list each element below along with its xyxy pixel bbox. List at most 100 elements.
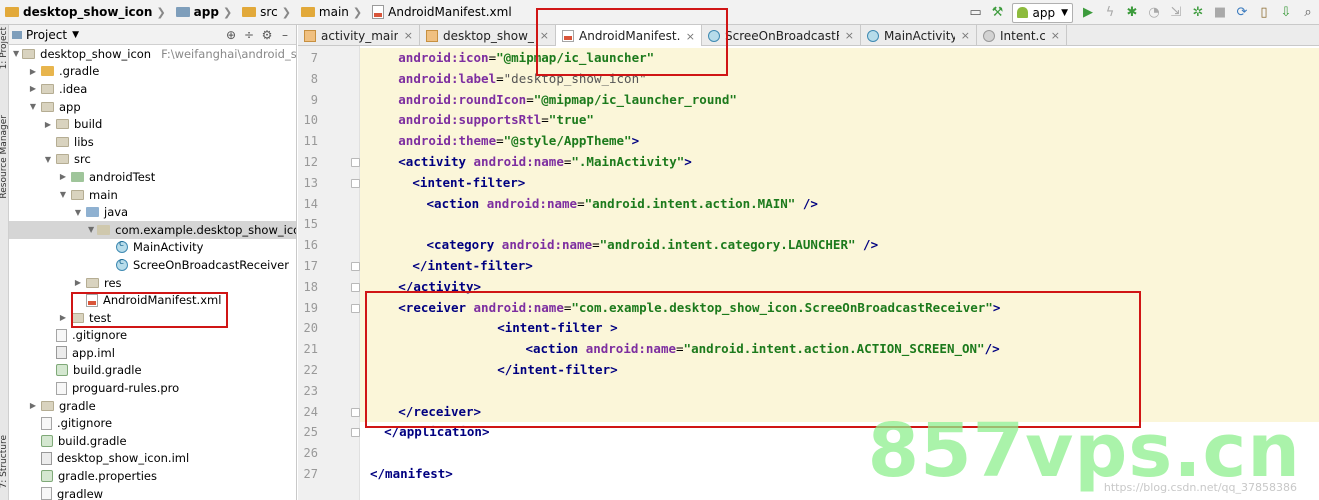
file-icon	[56, 381, 67, 395]
window-icon[interactable]: ▭	[964, 2, 986, 24]
line-number: 11	[303, 134, 318, 149]
code-token-val: "com.example.desktop_show_icon.ScreeOnBr…	[571, 299, 993, 315]
chevron-down-icon[interactable]: ▼	[43, 155, 53, 164]
xml-file-icon	[562, 30, 574, 42]
project-view-select[interactable]: Project ▼	[12, 28, 79, 42]
fold-marker-icon[interactable]	[351, 407, 360, 417]
chevron-down-icon[interactable]: ▼	[73, 208, 83, 217]
tree-row[interactable]: ▼ main	[9, 186, 296, 204]
close-icon[interactable]: ×	[845, 29, 854, 42]
tree-row[interactable]: AndroidManifest.xml	[9, 291, 296, 309]
resource-manager-tab[interactable]: Resource Manager	[0, 115, 9, 199]
apply-changes-icon[interactable]: ϟ	[1099, 2, 1121, 24]
hide-icon[interactable]: –	[276, 28, 294, 42]
line-number: 20	[303, 321, 318, 336]
search-icon[interactable]: ⌕	[1297, 2, 1319, 24]
avd-manager-icon[interactable]: ▯	[1253, 2, 1275, 24]
code-token-tag: >	[631, 133, 640, 149]
chevron-down-icon[interactable]: ▼	[28, 102, 38, 111]
tree-row[interactable]: ▼ src	[9, 151, 296, 169]
tree-row[interactable]: ▶ androidTest	[9, 168, 296, 186]
fold-marker-icon[interactable]	[351, 282, 360, 292]
hammer-icon[interactable]: ⚒	[986, 2, 1008, 24]
tree-label: .gradle	[59, 64, 100, 79]
tree-row[interactable]: ▶ res	[9, 274, 296, 292]
chevron-right-icon[interactable]: ▶	[28, 67, 38, 76]
collapse-all-icon[interactable]: ÷	[240, 28, 258, 42]
tree-row[interactable]: app.iml	[9, 344, 296, 362]
tree-row[interactable]: ▼ desktop_show_icon F:\weifanghai\android_…	[9, 45, 296, 63]
locate-icon[interactable]: ⊕	[222, 28, 240, 42]
tree-row[interactable]: .gitignore	[9, 327, 296, 345]
tree-row[interactable]: desktop_show_icon.iml	[9, 450, 296, 468]
breadcrumb-item[interactable]: AndroidManifest.xml	[369, 0, 515, 25]
tree-label: test	[89, 310, 112, 325]
close-icon[interactable]: ×	[686, 30, 695, 43]
tree-row[interactable]: libs	[9, 133, 296, 151]
breadcrumb-item[interactable]: desktop_show_icon ❯	[2, 0, 173, 25]
tree-row[interactable]: ScreeOnBroadcastReceiver	[9, 256, 296, 274]
stop-icon[interactable]: ■	[1209, 2, 1231, 24]
line-number: 14	[303, 196, 318, 211]
close-icon[interactable]: ×	[404, 29, 413, 42]
tree-row[interactable]: proguard-rules.pro	[9, 379, 296, 397]
run-config-select[interactable]: app ▼	[1012, 2, 1073, 23]
chevron-down-icon[interactable]: ▼	[88, 225, 94, 234]
tree-row[interactable]: ▶ test	[9, 309, 296, 327]
run-icon[interactable]: ▶	[1077, 2, 1099, 24]
project-tool-tab[interactable]: 1: Project	[0, 27, 9, 69]
structure-tool-tab[interactable]: 7: Structure	[0, 435, 9, 489]
close-icon[interactable]: ×	[540, 29, 549, 42]
code-token-val: "android.intent.action.MAIN"	[584, 195, 796, 211]
tree-row[interactable]: build.gradle	[9, 432, 296, 450]
attach-debugger-icon[interactable]: ⇲	[1165, 2, 1187, 24]
fold-marker-icon[interactable]	[351, 428, 360, 438]
tree-row[interactable]: gradle.properties	[9, 467, 296, 485]
tree-row[interactable]: ▶ gradle	[9, 397, 296, 415]
tree-row[interactable]: ▼ app	[9, 98, 296, 116]
gear-icon[interactable]: ⚙	[258, 28, 276, 42]
tree-row[interactable]: ▶ .gradle	[9, 63, 296, 81]
tab-label: desktop_show_icon	[443, 28, 534, 43]
sdk-manager-icon[interactable]: ⇩	[1275, 2, 1297, 24]
tree-row[interactable]: build.gradle	[9, 362, 296, 380]
close-icon[interactable]: ×	[961, 29, 970, 42]
code-line: <action android:name="android.intent.act…	[360, 193, 1319, 215]
chevron-right-icon[interactable]: ▶	[73, 278, 83, 287]
tree-row[interactable]: .gitignore	[9, 414, 296, 432]
tree-row[interactable]: ▼ java	[9, 203, 296, 221]
sync-gradle-icon[interactable]: ⟳	[1231, 2, 1253, 24]
breadcrumb-item[interactable]: src ❯	[239, 0, 298, 25]
chevron-down-icon[interactable]: ▼	[13, 49, 19, 58]
editor-tab[interactable]: desktop_show_icon ×	[420, 25, 556, 46]
breadcrumb-item[interactable]: app ❯	[173, 0, 240, 25]
chevron-right-icon[interactable]: ▶	[28, 84, 38, 93]
navigation-bar: desktop_show_icon ❯ app ❯ src ❯ main ❯ AndroidMa…	[0, 0, 1319, 25]
close-icon[interactable]: ×	[1051, 29, 1060, 42]
tree-row[interactable]: ▶ .idea	[9, 80, 296, 98]
fold-marker-icon[interactable]	[351, 178, 360, 188]
fold-marker-icon[interactable]	[351, 158, 360, 167]
tree-row[interactable]: gradlew	[9, 485, 296, 500]
breadcrumb-item[interactable]: main ❯	[298, 0, 369, 25]
profile-icon[interactable]: ◔	[1143, 2, 1165, 24]
chevron-right-icon[interactable]: ▶	[58, 313, 68, 322]
editor-tab[interactable]: AndroidManifest.xml ×	[556, 25, 702, 47]
tree-row[interactable]: ▶ build	[9, 115, 296, 133]
chevron-right-icon[interactable]: ▶	[28, 401, 38, 410]
chevron-down-icon[interactable]: ▼	[58, 190, 68, 199]
editor-tab[interactable]: activity_main.xml ×	[298, 25, 420, 46]
editor-tab[interactable]: ScreeOnBroadcastReceiver.java ×	[702, 25, 861, 46]
fold-marker-icon[interactable]	[351, 303, 360, 313]
code-line: <category android:name="android.intent.c…	[360, 235, 1319, 256]
editor-tab[interactable]: Intent.class ×	[977, 25, 1067, 46]
editor-tab[interactable]: MainActivity.java ×	[861, 25, 977, 46]
tree-row[interactable]: ▼ com.example.desktop_show_icon	[9, 220, 296, 239]
code-token-tag: <receiver	[398, 299, 474, 315]
tree-row[interactable]: MainActivity	[9, 239, 296, 257]
fold-marker-icon[interactable]	[351, 262, 360, 271]
chevron-right-icon[interactable]: ▶	[58, 172, 68, 181]
chevron-right-icon[interactable]: ▶	[43, 120, 53, 129]
debug-icon[interactable]: ✱	[1121, 2, 1143, 24]
android-bug-icon[interactable]: ✲	[1187, 2, 1209, 24]
